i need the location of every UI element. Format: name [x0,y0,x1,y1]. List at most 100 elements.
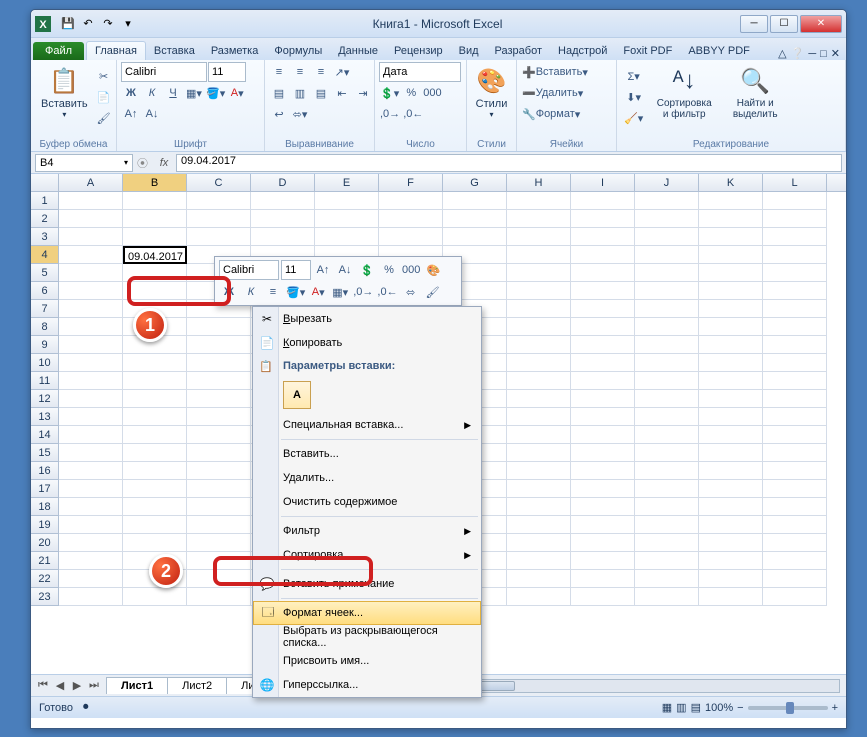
font-size-combo[interactable]: 11 [208,62,246,82]
cell[interactable] [699,210,763,228]
wrap-text-icon[interactable]: ↩ [269,104,289,124]
indent-dec-icon[interactable]: ⇤ [332,83,352,103]
align-left-icon[interactable]: ▤ [269,83,289,103]
cell[interactable] [123,462,187,480]
tab-developer[interactable]: Разработ [487,42,550,60]
cell[interactable] [59,210,123,228]
currency-icon[interactable]: 💲▾ [379,83,400,103]
cell[interactable] [635,570,699,588]
help-icon[interactable]: ❔ [791,47,805,60]
font-name-combo[interactable]: Calibri [121,62,207,82]
cell[interactable] [699,318,763,336]
cell[interactable] [635,210,699,228]
cell[interactable] [507,372,571,390]
cell[interactable] [635,534,699,552]
save-icon[interactable]: 💾 [59,15,77,33]
number-format-combo[interactable]: Дата [379,62,461,82]
cell[interactable] [59,192,123,210]
zoom-value[interactable]: 100% [705,702,733,714]
sheet-first-icon[interactable]: ⏮ [35,679,51,692]
cell[interactable] [187,570,251,588]
row-header[interactable]: 23 [31,588,59,606]
cell[interactable] [443,210,507,228]
mini-dec-dec-icon[interactable]: ,0← [376,282,398,302]
cell[interactable] [635,372,699,390]
minimize-ribbon-icon[interactable]: △ [778,47,786,60]
cell[interactable] [635,264,699,282]
cell[interactable] [699,480,763,498]
col-header[interactable]: A [59,174,123,191]
cell[interactable] [635,300,699,318]
cut-icon[interactable]: ✂ [94,66,114,86]
cell[interactable] [507,426,571,444]
cell[interactable] [59,390,123,408]
cell[interactable] [59,336,123,354]
cell[interactable] [187,318,251,336]
cell[interactable] [443,192,507,210]
cell[interactable] [699,354,763,372]
comma-icon[interactable]: 000 [422,83,442,103]
tab-formulas[interactable]: Формулы [266,42,330,60]
ctx-format-cells[interactable]: 🗔Формат ячеек... [253,601,481,625]
cell[interactable] [187,354,251,372]
percent-icon[interactable]: % [401,83,421,103]
cell[interactable] [571,264,635,282]
sheet-next-icon[interactable]: ▶ [69,679,85,692]
cell[interactable] [315,210,379,228]
name-box[interactable]: B4▾ [35,154,133,172]
cell[interactable] [123,210,187,228]
cell[interactable] [507,462,571,480]
font-color-button[interactable]: A▾ [227,83,247,103]
cell[interactable] [187,336,251,354]
cell[interactable] [763,534,827,552]
tab-abbyy[interactable]: ABBYY PDF [680,42,758,60]
align-bottom-icon[interactable]: ≡ [311,62,331,82]
cell[interactable]: 09.04.2017 [123,246,187,264]
sheet-prev-icon[interactable]: ◀ [52,679,68,692]
sheet-tab[interactable]: Лист2 [167,677,227,694]
cell[interactable] [763,516,827,534]
row-header[interactable]: 12 [31,390,59,408]
cell[interactable] [571,210,635,228]
indent-inc-icon[interactable]: ⇥ [353,83,373,103]
col-header[interactable]: G [443,174,507,191]
cell[interactable] [763,264,827,282]
cell[interactable] [187,426,251,444]
fill-color-button[interactable]: 🪣▾ [205,83,226,103]
cell[interactable] [571,336,635,354]
cell[interactable] [59,372,123,390]
cell[interactable] [187,372,251,390]
mini-borders-icon[interactable]: ▦▾ [330,282,350,302]
row-header[interactable]: 8 [31,318,59,336]
decrease-decimal-icon[interactable]: ,0← [402,104,424,124]
cell[interactable] [763,444,827,462]
cell[interactable] [635,552,699,570]
ctx-cut[interactable]: ✂Вырезать [253,307,481,331]
cell[interactable] [635,246,699,264]
cell[interactable] [699,570,763,588]
minimize-button[interactable]: ─ [740,15,768,33]
cell[interactable] [763,480,827,498]
cell[interactable] [699,264,763,282]
cell[interactable] [123,228,187,246]
cell[interactable] [379,210,443,228]
col-header[interactable]: F [379,174,443,191]
paste-button[interactable]: 📋 Вставить ▾ [35,62,94,128]
cell[interactable] [699,426,763,444]
cell[interactable] [699,390,763,408]
cell[interactable] [187,192,251,210]
sheet-last-icon[interactable]: ⏭ [86,679,102,692]
align-middle-icon[interactable]: ≡ [290,62,310,82]
cell[interactable] [123,480,187,498]
close-button[interactable]: ✕ [800,15,842,33]
zoom-in-icon[interactable]: + [832,702,838,714]
cell[interactable] [699,534,763,552]
ctx-hyperlink[interactable]: 🌐Гиперссылка... [253,673,481,697]
mini-comma-icon[interactable]: 000 [401,260,421,280]
cell[interactable] [763,300,827,318]
cell[interactable] [59,462,123,480]
cell[interactable] [571,228,635,246]
name-box-expand-icon[interactable]: ⦿ [133,155,152,171]
cell[interactable] [699,444,763,462]
cell[interactable] [699,498,763,516]
